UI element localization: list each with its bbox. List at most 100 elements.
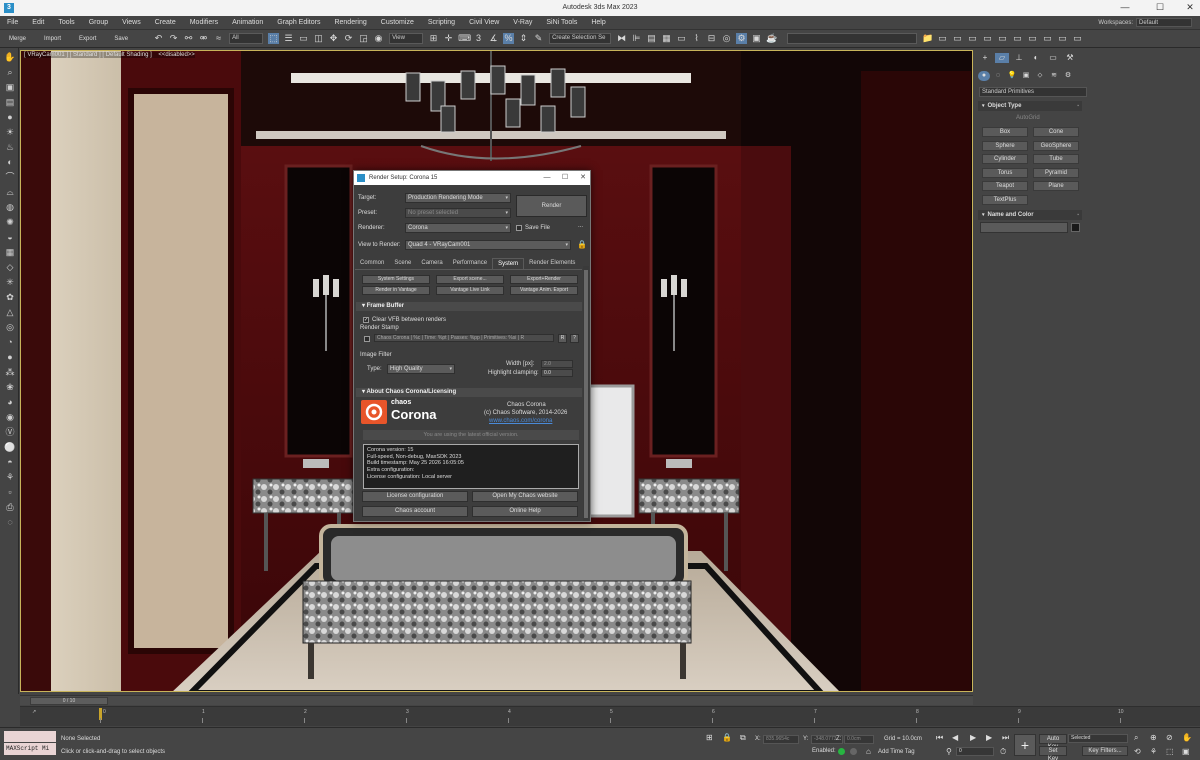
current-frame-field[interactable]: 0 (956, 747, 994, 756)
unlink-icon[interactable]: ⚮ (198, 33, 209, 44)
plane-button[interactable]: Plane (1033, 181, 1079, 191)
primitive-category-dropdown[interactable]: Standard Primitives (979, 87, 1087, 97)
time-slider-thumb[interactable]: 0 / 10 (30, 697, 108, 705)
cameras-icon[interactable]: ▣ (1020, 71, 1032, 81)
tool-b-icon[interactable]: ◓ (4, 456, 16, 468)
lock-view-icon[interactable]: 🔒 (577, 240, 587, 249)
menu-edit[interactable]: Edit (25, 16, 51, 30)
viewport-toggle-icon[interactable]: ▣ (1182, 747, 1190, 756)
angle-snap-icon[interactable]: ∡ (488, 33, 499, 44)
dialog-maximize-button[interactable]: ☐ (556, 171, 574, 185)
select-by-name-icon[interactable]: ☰ (283, 33, 294, 44)
auto-key-button[interactable]: Auto Key (1039, 734, 1067, 750)
tool-f-icon[interactable]: ◌ (4, 516, 16, 528)
extra-tool-icon[interactable]: ▭ (1057, 33, 1068, 44)
about-corona-rollout[interactable]: ▾ About Chaos Corona/Licensing (356, 388, 582, 397)
go-to-start-icon[interactable]: ⏮ (936, 733, 943, 743)
previous-frame-icon[interactable]: ◀ (952, 733, 958, 742)
menu-sini-tools[interactable]: SiNi Tools (539, 16, 584, 30)
object-color-swatch[interactable] (1071, 223, 1080, 232)
degradation-mode-icon[interactable] (850, 748, 857, 755)
tab-render-elements[interactable]: Render Elements (524, 258, 580, 269)
multi-icon[interactable]: ⁂ (4, 366, 16, 378)
ball-icon[interactable]: ● (4, 351, 16, 363)
lights-icon[interactable]: 💡 (1006, 71, 1018, 81)
render-setup-icon[interactable]: ⚙ (736, 33, 748, 44)
add-time-tag-button[interactable]: Add Time Tag (878, 749, 915, 755)
viewport-label[interactable]: [ VRayCam001 ] [ Standard ] [ Default Sh… (24, 52, 195, 58)
online-help-button[interactable]: Online Help (472, 506, 578, 517)
spot-icon[interactable]: ⌓ (4, 186, 16, 198)
tab-system[interactable]: System (492, 257, 525, 269)
named-selection-dropdown[interactable]: Create Selection Se (549, 33, 612, 44)
selection-lock-icon[interactable]: 🔒 (722, 733, 732, 742)
play-icon[interactable]: ▶ (970, 733, 976, 742)
rollout-pin-icon[interactable]: ▪ (1077, 101, 1079, 111)
shapes-icon[interactable]: ◌ (992, 71, 1004, 81)
render-stamp-help-button[interactable]: ? (570, 334, 579, 343)
time-tag-icon[interactable]: ⌂ (866, 747, 871, 756)
license-configuration-button[interactable]: License configuration (362, 491, 468, 502)
maximize-viewport-icon[interactable]: ⬚ (1166, 747, 1174, 756)
object-type-rollout[interactable]: ▾ Object Type ▪ (978, 101, 1082, 111)
menu-vray[interactable]: V-Ray (506, 16, 539, 30)
redo-icon[interactable]: ↷ (168, 33, 179, 44)
record-icon[interactable]: ● (4, 111, 16, 123)
spinner-snap-icon[interactable]: ⇕ (518, 33, 529, 44)
tool-a-icon[interactable]: ⚪ (4, 441, 16, 453)
tab-common[interactable]: Common (355, 258, 389, 269)
chaos-account-button[interactable]: Chaos account (362, 506, 468, 517)
box-button[interactable]: Box (982, 127, 1028, 137)
decal-icon[interactable]: △ (4, 306, 16, 318)
link-icon[interactable]: ⚯ (183, 33, 194, 44)
viewport-label-text[interactable]: [ VRayCam001 ] [ Standard ] [ Default Sh… (24, 52, 152, 58)
save-file-checkbox[interactable] (516, 225, 522, 231)
torus-button[interactable]: Torus (982, 168, 1028, 178)
maxscript-mini-listener[interactable]: MAXScript Mi (4, 743, 56, 755)
rectangular-selection-icon[interactable]: ▭ (298, 33, 309, 44)
open-folder-icon[interactable]: 📁 (922, 33, 933, 44)
pivot-center-icon[interactable]: ⊞ (428, 33, 439, 44)
minimize-button[interactable]: — (1115, 2, 1135, 12)
dialog-title-bar[interactable]: Render Setup: Corona 15 — ☐ ✕ (354, 171, 590, 185)
system-settings-button[interactable]: System Settings (362, 275, 430, 284)
tool-d-icon[interactable]: ▫ (4, 486, 16, 498)
open-scene-icon[interactable]: ▭ (967, 33, 978, 44)
vantage-live-link-button[interactable]: Vantage Live Link (436, 286, 504, 295)
track-extra-icon[interactable]: ↗ (32, 709, 36, 715)
orbit-icon[interactable]: ⟲ (1134, 747, 1141, 756)
rollout-pin-icon[interactable]: ▪ (1077, 210, 1079, 220)
export-render-button[interactable]: Export+Render (510, 275, 578, 284)
field-of-view-icon[interactable]: ⊘ (1166, 733, 1173, 742)
fur-icon[interactable]: ✳ (4, 276, 16, 288)
isolate-icon[interactable]: ⊞ (706, 733, 713, 742)
set-key-icon[interactable]: + (1014, 734, 1036, 756)
project-folder-icon[interactable]: ▭ (937, 33, 948, 44)
menu-modifiers[interactable]: Modifiers (183, 16, 225, 30)
save-folder-icon[interactable]: ▭ (952, 33, 963, 44)
schematic-view-icon[interactable]: ⊟ (706, 33, 717, 44)
absolute-mode-icon[interactable]: ⧉ (740, 733, 746, 743)
scatter-icon[interactable]: ✿ (4, 291, 16, 303)
curve-editor-icon[interactable]: ⌇ (691, 33, 702, 44)
tool-c-icon[interactable]: ⚘ (4, 471, 16, 483)
flower-icon[interactable]: ❀ (4, 381, 16, 393)
geometry-icon[interactable]: ● (978, 71, 990, 81)
key-filters-button[interactable]: Key Filters... (1082, 746, 1128, 756)
merge-button[interactable]: Merge (0, 30, 35, 48)
tube-button[interactable]: Tube (1033, 154, 1079, 164)
toggle-scene-explorer-icon[interactable]: ▤ (646, 33, 657, 44)
keyboard-shortcut-icon[interactable]: ⌨ (458, 33, 471, 44)
pan-icon[interactable]: ✋ (1182, 733, 1192, 742)
menu-create[interactable]: Create (148, 16, 183, 30)
export-scene-button[interactable]: Export scene... (436, 275, 504, 284)
placement-icon[interactable]: ◉ (373, 33, 384, 44)
sphere-light-icon[interactable]: ◍ (4, 201, 16, 213)
preset-dropdown[interactable]: No preset selected ▾ (405, 208, 511, 218)
snaps-toggle-icon[interactable]: 3 (473, 33, 484, 44)
key-selection-dropdown[interactable]: Selected (1068, 734, 1128, 743)
zoom-icon[interactable]: ⌕ (4, 66, 16, 78)
sphere-button[interactable]: Sphere (982, 141, 1028, 151)
track-bar[interactable]: ↗ 0 1 2 3 4 5 6 7 8 9 10 (20, 706, 1200, 726)
name-and-color-rollout[interactable]: ▾ Name and Color ▪ (978, 210, 1082, 220)
